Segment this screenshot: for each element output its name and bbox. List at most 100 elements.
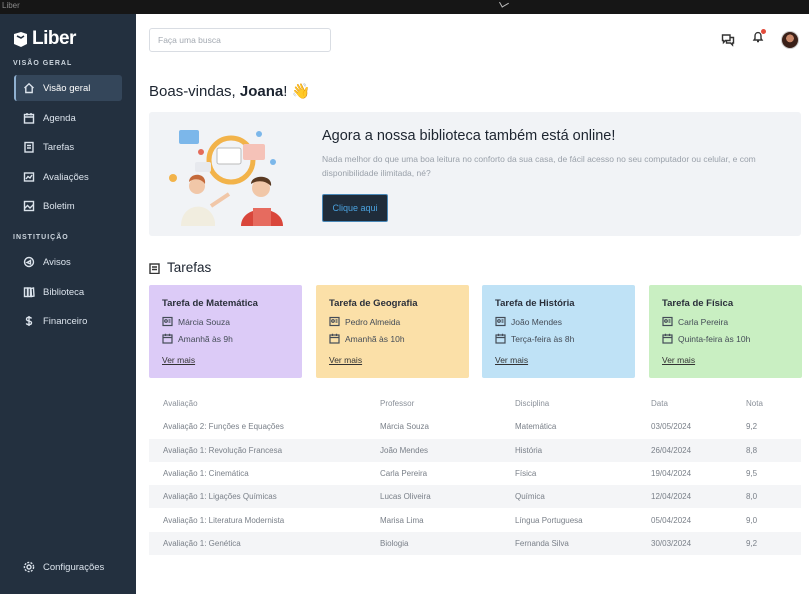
- clipboard-icon: [149, 262, 160, 274]
- sidebar-item-label: Visão geral: [43, 82, 91, 94]
- search-input[interactable]: Faça uma busca: [149, 28, 331, 52]
- table-header: Avaliação Professor Disciplina Data Nota: [149, 392, 801, 415]
- reading-people-illustration: [169, 130, 283, 226]
- column-header-teacher: Professor: [380, 399, 415, 409]
- row-date: 19/04/2024: [651, 469, 692, 479]
- table-body: Avaliação 2: Funções e Equações Márcia So…: [149, 415, 801, 556]
- notifications-button[interactable]: [751, 29, 766, 49]
- task-card-teacher-name: Pedro Almeida: [345, 316, 401, 327]
- row-subject: Língua Portuguesa: [515, 515, 583, 525]
- column-header-assessment: Avaliação: [163, 399, 198, 409]
- task-card-title: Tarefa de Geografia: [329, 298, 418, 309]
- task-card-more-link[interactable]: Ver mais: [162, 355, 195, 365]
- task-card-teacher-name: Carla Pereira: [678, 316, 729, 327]
- sidebar-item-label: Financeiro: [43, 315, 88, 327]
- task-card-due: Quinta-feira às 10h: [662, 333, 750, 344]
- task-card-teacher-name: João Mendes: [511, 316, 563, 327]
- teacher-icon: [162, 316, 173, 327]
- mouse-cursor-icon: [499, 0, 509, 8]
- report-icon: [23, 200, 35, 212]
- table-row[interactable]: Avaliação 1: Genética Biologia Fernanda Si…: [149, 531, 801, 556]
- sidebar-item-label: Configurações: [43, 561, 105, 573]
- row-subject: Fernanda Silva: [515, 538, 569, 548]
- sidebar-item-overview[interactable]: Visão geral: [14, 75, 122, 101]
- logo-text: Liber: [32, 28, 76, 49]
- table-row[interactable]: Avaliação 1: Cinemática Carla Pereira Físi…: [149, 462, 801, 485]
- task-card-due: Amanhã às 9h: [162, 333, 233, 344]
- task-card-due: Terça-feira às 8h: [495, 333, 574, 344]
- calendar-icon: [23, 112, 35, 124]
- row-grade: 9,2: [746, 538, 758, 548]
- task-card[interactable]: Tarefa de Matemática Márcia Souza Amanhã à…: [149, 285, 302, 378]
- sidebar-item-settings[interactable]: Configurações: [14, 554, 122, 580]
- calendar-icon: [329, 333, 340, 344]
- task-card-due-text: Amanhã às 9h: [178, 333, 233, 344]
- row-assessment: Avaliação 1: Revolução Francesa: [163, 445, 283, 455]
- table-row[interactable]: Avaliação 1: Literatura Modernista Marisa…: [149, 508, 801, 531]
- sidebar: Liber VISÃO GERAL Visão geral Agenda Tar…: [0, 14, 136, 594]
- banner-text: Nada melhor do que uma boa leitura no co…: [322, 154, 756, 178]
- chat-icon[interactable]: [721, 33, 735, 47]
- app-logo[interactable]: Liber: [13, 28, 76, 50]
- main-content: Faça uma busca Boas-vindas, Joana! 👋 Ago…: [136, 14, 809, 594]
- table-row[interactable]: Avaliação 1: Ligações Químicas Lucas Oliv…: [149, 485, 801, 509]
- table-row[interactable]: Avaliação 2: Funções e Equações Márcia So…: [149, 415, 801, 438]
- welcome-greeting: Boas-vindas,: [149, 83, 236, 100]
- teacher-icon: [495, 316, 506, 327]
- row-assessment: Avaliação 1: Genética: [163, 538, 241, 548]
- sidebar-item-notices[interactable]: Avisos: [14, 249, 122, 275]
- book-logo-icon: [14, 31, 27, 47]
- row-teacher: Biologia: [380, 538, 409, 548]
- sidebar-item-label: Boletim: [43, 200, 75, 212]
- task-card-title: Tarefa de Física: [662, 298, 734, 309]
- row-grade: 9,0: [746, 515, 758, 525]
- sidebar-item-finance[interactable]: Financeiro: [14, 308, 122, 334]
- task-card-more-link[interactable]: Ver mais: [495, 355, 528, 365]
- library-banner: Agora a nossa biblioteca também está onl…: [149, 112, 801, 236]
- task-card-due-text: Amanhã às 10h: [345, 333, 405, 344]
- sidebar-item-report[interactable]: Boletim: [14, 193, 122, 219]
- row-date: 30/03/2024: [651, 538, 692, 548]
- task-card-more-link[interactable]: Ver mais: [329, 355, 362, 365]
- sidebar-item-library[interactable]: Biblioteca: [14, 279, 122, 305]
- row-subject: Química: [515, 492, 545, 502]
- column-header-subject: Disciplina: [515, 399, 550, 409]
- column-header-date: Data: [651, 399, 668, 409]
- row-date: 12/04/2024: [651, 492, 692, 502]
- row-date: 26/04/2024: [651, 445, 692, 455]
- row-assessment: Avaliação 2: Funções e Equações: [163, 422, 284, 432]
- task-card[interactable]: Tarefa de Geografia Pedro Almeida Amanhã à…: [316, 285, 469, 378]
- welcome-name: Joana: [239, 83, 284, 100]
- task-card[interactable]: Tarefa de História João Mendes Terça-feira…: [482, 285, 635, 378]
- calendar-icon: [162, 333, 173, 344]
- sidebar-item-label: Avisos: [43, 256, 71, 268]
- task-card-more-link[interactable]: Ver mais: [662, 355, 695, 365]
- row-teacher: João Mendes: [380, 445, 429, 455]
- home-icon: [23, 82, 35, 94]
- table-row[interactable]: Avaliação 1: Revolução Francesa João Mend…: [149, 438, 801, 462]
- window-titlebar: Liber: [0, 0, 809, 14]
- dollar-icon: [23, 315, 35, 327]
- megaphone-icon: [23, 256, 35, 268]
- task-card[interactable]: Tarefa de Física Carla Pereira Quinta-feir…: [649, 285, 802, 378]
- sidebar-item-assessments[interactable]: Avaliações: [14, 164, 122, 190]
- task-icon: [23, 141, 35, 153]
- row-subject: Física: [515, 469, 537, 479]
- tasks-section-title: Tarefas: [149, 260, 211, 275]
- library-icon: [23, 286, 35, 298]
- row-assessment: Avaliação 1: Literatura Modernista: [163, 515, 285, 525]
- task-card-title: Tarefa de Matemática: [162, 298, 258, 309]
- sidebar-item-agenda[interactable]: Agenda: [14, 105, 122, 131]
- row-subject: História: [515, 445, 543, 455]
- row-date: 03/05/2024: [651, 422, 692, 432]
- task-card-teacher: Márcia Souza: [162, 316, 230, 327]
- banner-cta-button[interactable]: Clique aqui: [322, 194, 388, 222]
- row-teacher: Lucas Oliveira: [380, 492, 431, 502]
- row-teacher: Marisa Lima: [380, 515, 424, 525]
- header-actions: [721, 29, 799, 49]
- sidebar-item-tasks[interactable]: Tarefas: [14, 134, 122, 160]
- task-card-due-text: Quinta-feira às 10h: [678, 333, 751, 344]
- row-assessment: Avaliação 1: Ligações Químicas: [163, 492, 277, 502]
- avatar[interactable]: [781, 30, 799, 49]
- row-subject: Matemática: [515, 422, 557, 432]
